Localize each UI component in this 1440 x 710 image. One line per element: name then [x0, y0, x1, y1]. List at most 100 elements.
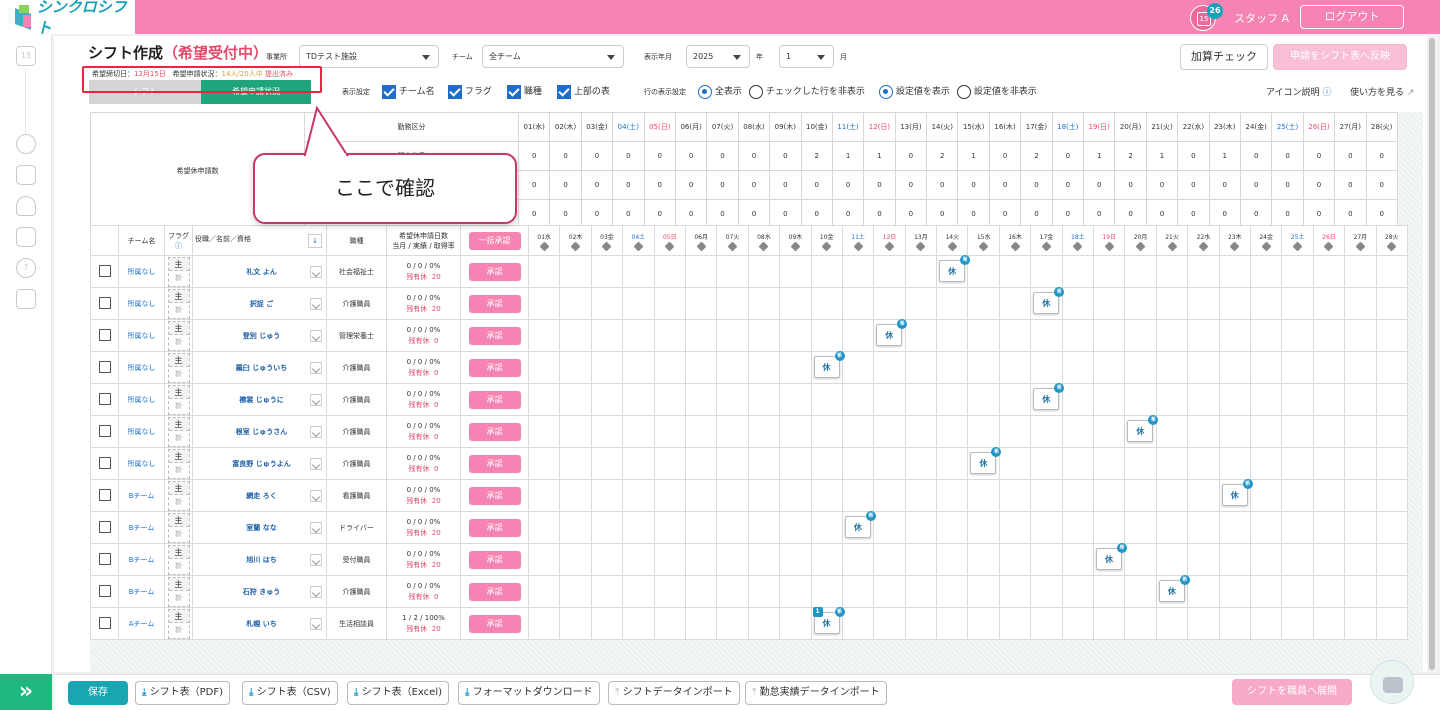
- pencil-icon[interactable]: [727, 241, 738, 251]
- shift-cell[interactable]: [1093, 511, 1126, 544]
- shift-cell[interactable]: [747, 287, 781, 320]
- row-checkbox-cell[interactable]: [90, 351, 119, 384]
- shift-cell[interactable]: [1061, 543, 1095, 576]
- option-team-name[interactable]: チーム名: [382, 84, 435, 99]
- shift-cell[interactable]: [1061, 575, 1095, 608]
- shift-cell[interactable]: [684, 319, 718, 352]
- year-select[interactable]: 2025: [686, 45, 750, 68]
- row-checkbox[interactable]: [98, 360, 111, 373]
- day-header[interactable]: 07火: [716, 225, 749, 256]
- shift-cell[interactable]: [873, 351, 906, 384]
- shift-cell[interactable]: [527, 479, 561, 512]
- shift-cell[interactable]: [590, 543, 624, 576]
- gear-icon[interactable]: [16, 134, 36, 154]
- day-header[interactable]: 02木: [559, 225, 592, 256]
- flag-box[interactable]: 主新: [167, 448, 190, 479]
- pencil-icon[interactable]: [1229, 241, 1240, 251]
- shift-cell[interactable]: [1093, 287, 1126, 320]
- shift-cell[interactable]: 休希: [873, 319, 908, 352]
- shift-cell[interactable]: [1218, 511, 1251, 544]
- pencil-icon[interactable]: [1292, 241, 1303, 251]
- flag-box[interactable]: 主新: [167, 576, 190, 607]
- day-header[interactable]: 16木: [998, 225, 1032, 256]
- shift-cell[interactable]: [716, 543, 749, 576]
- leave-request-chip[interactable]: 休希1: [812, 607, 845, 634]
- scrollbar[interactable]: [1427, 36, 1437, 672]
- day-header[interactable]: 25土: [1281, 225, 1314, 256]
- database-2-icon[interactable]: [16, 227, 36, 247]
- calendar-nav-icon[interactable]: 15: [16, 46, 36, 66]
- team-select[interactable]: 全チーム: [482, 45, 624, 68]
- row-checkbox-cell[interactable]: [90, 511, 119, 544]
- top-table-checkbox[interactable]: [557, 84, 571, 99]
- leave-request-chip[interactable]: 休希: [970, 447, 1002, 474]
- leave-request-chip[interactable]: 休希: [1033, 383, 1065, 410]
- day-header[interactable]: 12日: [873, 225, 906, 256]
- option-top-table[interactable]: 上部の表: [557, 84, 610, 99]
- shift-cell[interactable]: [590, 383, 624, 416]
- shift-cell[interactable]: [998, 511, 1032, 544]
- shift-cell[interactable]: [936, 319, 969, 352]
- day-header[interactable]: 27月: [1344, 225, 1377, 256]
- shift-cell[interactable]: [716, 287, 749, 320]
- option-hide-set[interactable]: 設定値を非表示: [957, 84, 1037, 99]
- shift-cell[interactable]: [1218, 383, 1251, 416]
- expand-sidebar-icon[interactable]: »: [0, 674, 52, 710]
- shift-cell[interactable]: [527, 511, 561, 544]
- chevron-down-icon[interactable]: [310, 362, 322, 374]
- shift-cell[interactable]: [1093, 383, 1126, 416]
- shift-cell[interactable]: [1061, 447, 1095, 480]
- format-download-button[interactable]: ⤓ フォーマットダウンロード: [458, 681, 600, 705]
- flag-box[interactable]: 主新: [167, 416, 190, 447]
- option-hide-checked[interactable]: チェックした行を非表示: [749, 84, 865, 99]
- shift-cell[interactable]: [684, 287, 718, 320]
- shift-cell[interactable]: [653, 607, 686, 640]
- shift-cell[interactable]: 休希: [967, 447, 1002, 480]
- day-header[interactable]: 17金: [1030, 225, 1063, 256]
- pencil-icon[interactable]: [1104, 241, 1115, 251]
- pencil-icon[interactable]: [1386, 241, 1397, 251]
- option-all[interactable]: 全表示: [698, 84, 742, 99]
- shift-cell[interactable]: [967, 543, 1000, 576]
- shift-cell[interactable]: [1281, 479, 1314, 512]
- shift-cell[interactable]: [747, 319, 781, 352]
- shift-cell[interactable]: 休希: [936, 255, 971, 288]
- shift-cell[interactable]: [998, 447, 1032, 480]
- shift-cell[interactable]: [873, 511, 906, 544]
- shift-cell[interactable]: [779, 351, 812, 384]
- approve-button[interactable]: 承認: [468, 454, 521, 473]
- shift-cell[interactable]: [967, 607, 1000, 640]
- staff-name[interactable]: 羅臼 じゅういち: [236, 364, 287, 372]
- row-checkbox[interactable]: [98, 584, 111, 597]
- pencil-icon[interactable]: [1167, 241, 1177, 251]
- shift-cell[interactable]: [1093, 415, 1126, 448]
- shift-cell[interactable]: [684, 447, 718, 480]
- shift-cell[interactable]: [1249, 319, 1283, 352]
- shift-cell[interactable]: [716, 319, 749, 352]
- shift-cell[interactable]: [1061, 511, 1095, 544]
- pencil-icon[interactable]: [570, 241, 581, 251]
- shift-cell[interactable]: [684, 607, 718, 640]
- shift-cell[interactable]: [1375, 607, 1408, 640]
- staff-name-cell[interactable]: 札幌 いち: [192, 607, 327, 640]
- shift-cell[interactable]: [936, 415, 969, 448]
- shift-cell[interactable]: [967, 479, 1000, 512]
- chevron-down-icon[interactable]: [310, 458, 322, 470]
- shift-cell[interactable]: [779, 479, 812, 512]
- month-select[interactable]: 1: [779, 45, 834, 68]
- shift-cell[interactable]: [810, 415, 843, 448]
- shift-cell[interactable]: 休希: [1030, 287, 1065, 320]
- shift-cell[interactable]: [904, 479, 938, 512]
- flag-cell[interactable]: 主新: [164, 255, 193, 288]
- shift-cell[interactable]: [622, 511, 655, 544]
- excel-download-button[interactable]: ⤓ シフト表（Excel): [347, 681, 449, 705]
- shift-cell[interactable]: [810, 287, 843, 320]
- shift-cell[interactable]: [684, 511, 718, 544]
- leave-request-chip[interactable]: 休希: [939, 255, 971, 282]
- shift-cell[interactable]: [1375, 255, 1408, 288]
- shift-cell[interactable]: [1281, 607, 1314, 640]
- shift-cell[interactable]: [559, 575, 592, 608]
- shift-cell[interactable]: [1093, 479, 1126, 512]
- shift-cell[interactable]: [527, 575, 561, 608]
- pencil-icon[interactable]: [633, 241, 644, 251]
